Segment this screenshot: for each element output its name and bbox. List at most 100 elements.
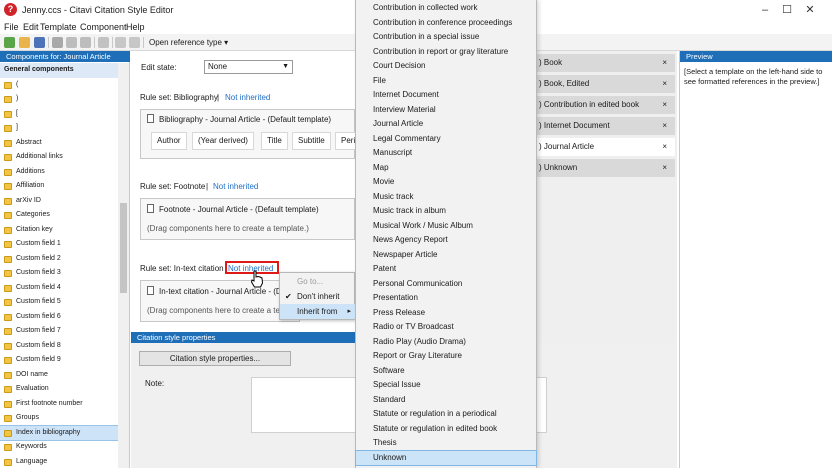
edit-state-select[interactable]: None ▼ bbox=[204, 60, 293, 74]
component-list-item[interactable]: Additions bbox=[0, 165, 118, 180]
component-list-item[interactable]: ) bbox=[0, 92, 118, 107]
template-tab[interactable]: ) Book × bbox=[537, 54, 675, 72]
dropdown-item[interactable]: Press Release bbox=[356, 306, 536, 321]
tree-group-general-components[interactable]: General components bbox=[0, 63, 118, 78]
dropdown-item[interactable]: Manuscript bbox=[356, 146, 536, 161]
dropdown-item[interactable]: Radio Play (Audio Drama) bbox=[356, 335, 536, 350]
bibliography-not-inherited-link[interactable]: Not inherited bbox=[225, 93, 270, 102]
redo-icon[interactable] bbox=[129, 37, 140, 48]
component-chip[interactable]: Title bbox=[261, 132, 288, 150]
menu-help[interactable]: Help bbox=[126, 22, 145, 32]
footnote-template-box[interactable]: Footnote - Journal Article - (Default te… bbox=[140, 198, 355, 240]
dropdown-item[interactable]: Newspaper Article bbox=[356, 248, 536, 263]
cut-icon[interactable] bbox=[52, 37, 63, 48]
dropdown-item[interactable]: Standard bbox=[356, 393, 536, 408]
template-tab[interactable]: ) Contribution in edited book × bbox=[537, 96, 675, 114]
dropdown-item[interactable]: Legal Commentary bbox=[356, 132, 536, 147]
intext-template-box[interactable]: In-text citation - Journal Article - (D … bbox=[140, 280, 300, 322]
dropdown-item[interactable]: Internet Document bbox=[356, 88, 536, 103]
dropdown-item[interactable]: Statute or regulation in edited book bbox=[356, 422, 536, 437]
component-list-item[interactable]: ] bbox=[0, 121, 118, 136]
component-list-item[interactable]: arXiv ID bbox=[0, 194, 118, 209]
bibliography-template-box[interactable]: Bibliography - Journal Article - (Defaul… bbox=[140, 109, 356, 159]
dropdown-item[interactable]: Special Issue bbox=[356, 378, 536, 393]
component-list-item[interactable]: Custom field 6 bbox=[0, 310, 118, 325]
dropdown-item[interactable]: Musical Work / Music Album bbox=[356, 219, 536, 234]
dropdown-item[interactable]: Report or Gray Literature bbox=[356, 349, 536, 364]
component-chip[interactable]: (Year derived) bbox=[192, 132, 254, 150]
close-tab-icon[interactable]: × bbox=[662, 75, 667, 93]
dropdown-item[interactable]: News Agency Report bbox=[356, 233, 536, 248]
context-go-to[interactable]: Go to... bbox=[280, 274, 355, 289]
new-style-icon[interactable] bbox=[4, 37, 15, 48]
close-tab-icon[interactable]: × bbox=[662, 117, 667, 135]
dropdown-item[interactable]: Movie bbox=[356, 175, 536, 190]
component-chip[interactable]: Periodi bbox=[335, 132, 356, 150]
component-list-item[interactable]: Affiliation bbox=[0, 179, 118, 194]
component-list-item[interactable]: First footnote number bbox=[0, 397, 118, 412]
close-tab-icon[interactable]: × bbox=[662, 138, 667, 156]
undo-icon[interactable] bbox=[115, 37, 126, 48]
dropdown-item[interactable]: Unknown bbox=[355, 449, 537, 466]
dropdown-item[interactable]: Contribution in collected work bbox=[356, 1, 536, 16]
component-list-item[interactable]: Additional links bbox=[0, 150, 118, 165]
component-list-item[interactable]: DOI name bbox=[0, 368, 118, 383]
menu-component[interactable]: Component bbox=[80, 22, 127, 32]
dropdown-item[interactable]: Map bbox=[356, 161, 536, 176]
component-list-item[interactable]: Evaluation bbox=[0, 382, 118, 397]
dropdown-item[interactable]: Contribution in a special issue bbox=[356, 30, 536, 45]
components-scrollbar[interactable] bbox=[118, 63, 129, 468]
dropdown-item[interactable]: Statute or regulation in a periodical bbox=[356, 407, 536, 422]
close-tab-icon[interactable]: × bbox=[662, 54, 667, 72]
dropdown-item[interactable]: Court Decision bbox=[356, 59, 536, 74]
component-list-item[interactable]: Keywords bbox=[0, 440, 118, 455]
component-list-item[interactable]: Custom field 5 bbox=[0, 295, 118, 310]
dropdown-item[interactable]: Thesis bbox=[356, 436, 536, 451]
context-dont-inherit[interactable]: ✔ Don't inherit bbox=[280, 289, 355, 304]
close-tab-icon[interactable]: × bbox=[662, 96, 667, 114]
component-list-item[interactable]: Groups bbox=[0, 411, 118, 426]
template-tab[interactable]: ) Unknown × bbox=[537, 159, 675, 177]
footnote-not-inherited-link[interactable]: Not inherited bbox=[213, 182, 258, 191]
dropdown-item[interactable]: Personal Communication bbox=[356, 277, 536, 292]
dropdown-item[interactable]: Presentation bbox=[356, 291, 536, 306]
component-list-item[interactable]: Language bbox=[0, 455, 118, 468]
component-list-item[interactable]: Citation key bbox=[0, 223, 118, 238]
component-list-item[interactable]: Abstract bbox=[0, 136, 118, 151]
save-icon[interactable] bbox=[34, 37, 45, 48]
close-window-button[interactable]: ✕ bbox=[788, 0, 832, 20]
component-list-item[interactable]: Index in bibliography bbox=[0, 424, 119, 441]
dropdown-item[interactable]: Radio or TV Broadcast bbox=[356, 320, 536, 335]
dropdown-item[interactable]: Patent bbox=[356, 262, 536, 277]
dropdown-item[interactable]: Contribution in conference proceedings bbox=[356, 16, 536, 31]
dropdown-item[interactable]: Interview Material bbox=[356, 103, 536, 118]
component-list-item[interactable]: Custom field 9 bbox=[0, 353, 118, 368]
citation-style-properties-button[interactable]: Citation style properties... bbox=[139, 351, 291, 366]
component-chip[interactable]: Author bbox=[151, 132, 187, 150]
component-list-item[interactable]: Custom field 4 bbox=[0, 281, 118, 296]
dropdown-item[interactable]: Software bbox=[356, 364, 536, 379]
menu-edit[interactable]: Edit bbox=[23, 22, 39, 32]
component-list-item[interactable]: ( bbox=[0, 78, 118, 93]
menu-file[interactable]: File bbox=[4, 22, 19, 32]
component-list-item[interactable]: Custom field 1 bbox=[0, 237, 118, 252]
component-list-item[interactable]: [ bbox=[0, 107, 118, 122]
dropdown-item[interactable]: Contribution in report or gray literatur… bbox=[356, 45, 536, 60]
dropdown-item[interactable]: Music track bbox=[356, 190, 536, 205]
component-list-item[interactable]: Custom field 3 bbox=[0, 266, 118, 281]
component-chip[interactable]: Subtitle bbox=[292, 132, 331, 150]
paste-icon[interactable] bbox=[80, 37, 91, 48]
template-tab[interactable]: ) Book, Edited × bbox=[537, 75, 675, 93]
close-tab-icon[interactable]: × bbox=[662, 159, 667, 177]
component-list-item[interactable]: Custom field 7 bbox=[0, 324, 118, 339]
open-reference-type-button[interactable]: Open reference type ▾ bbox=[149, 38, 228, 47]
dropdown-item[interactable]: File bbox=[356, 74, 536, 89]
menu-template[interactable]: Template bbox=[40, 22, 77, 32]
delete-icon[interactable] bbox=[98, 37, 109, 48]
dropdown-item[interactable]: Music track in album bbox=[356, 204, 536, 219]
copy-icon[interactable] bbox=[66, 37, 77, 48]
template-tab[interactable]: ) Journal Article × bbox=[537, 138, 675, 156]
component-list-item[interactable]: Custom field 8 bbox=[0, 339, 118, 354]
component-list-item[interactable]: Custom field 2 bbox=[0, 252, 118, 267]
dropdown-item[interactable]: Journal Article bbox=[356, 117, 536, 132]
